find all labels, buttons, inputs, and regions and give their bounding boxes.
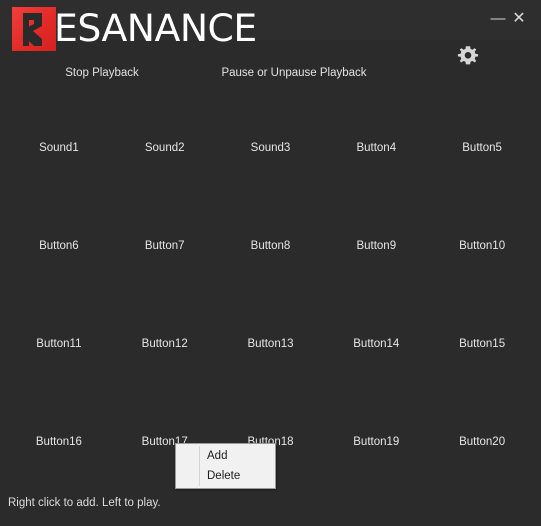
sound-pad[interactable]: Button10 [429,197,535,295]
sound-pad[interactable]: Button15 [429,295,535,393]
sound-pad[interactable]: Button9 [323,197,429,295]
sound-pad[interactable]: Button4 [323,99,429,197]
context-menu-item-add[interactable]: Add [176,446,275,466]
logo-wordmark: ESANANCE [54,7,257,50]
sound-pad[interactable]: Button20 [429,393,535,491]
context-menu: Add Delete [175,443,276,489]
sound-pad[interactable]: Sound2 [112,99,218,197]
sound-pad[interactable]: Button5 [429,99,535,197]
sound-pad[interactable]: Button11 [6,295,112,393]
context-menu-item-delete[interactable]: Delete [176,466,275,486]
status-hint: Right click to add. Left to play. [8,497,161,509]
sound-pad[interactable]: Button13 [218,295,324,393]
app-window: ESANANCE — ✕ Stop Playback Pause or Unpa… [0,0,541,526]
sound-pad[interactable]: Button12 [112,295,218,393]
sound-pad[interactable]: Sound3 [218,99,324,197]
sound-pad[interactable]: Button16 [6,393,112,491]
close-button[interactable]: ✕ [506,6,532,32]
app-logo: ESANANCE [12,7,257,51]
sound-pad[interactable]: Button7 [112,197,218,295]
sound-pad[interactable]: Sound1 [6,99,112,197]
sound-pad[interactable]: Button19 [323,393,429,491]
sound-button-grid: Sound1 Sound2 Sound3 Button4 Button5 But… [6,99,535,491]
pause-unpause-playback-button[interactable]: Pause or Unpause Playback [208,66,380,80]
sound-pad[interactable]: Button6 [6,197,112,295]
logo-mark-icon [12,7,56,51]
sound-pad[interactable]: Button14 [323,295,429,393]
stop-playback-button[interactable]: Stop Playback [32,66,172,80]
gear-icon[interactable] [456,44,480,68]
sound-pad[interactable]: Button8 [218,197,324,295]
